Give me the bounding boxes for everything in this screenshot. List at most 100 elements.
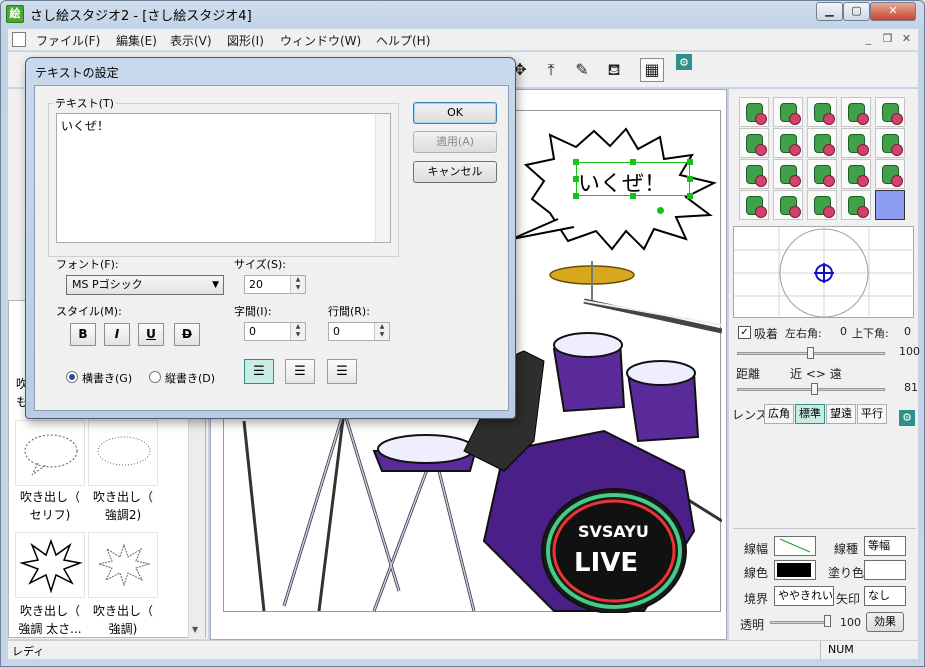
- selection-handle[interactable]: [573, 159, 579, 165]
- material-swatch[interactable]: [807, 190, 837, 220]
- spin-arrows-icon[interactable]: ▲ ▼: [290, 323, 305, 340]
- material-swatch[interactable]: [773, 97, 803, 127]
- attach-checkbox[interactable]: ✓: [738, 326, 751, 339]
- selection-handle[interactable]: [630, 159, 636, 165]
- selection-handle[interactable]: [687, 159, 693, 165]
- lens-wide-button[interactable]: 広角: [764, 404, 794, 424]
- size-label: サイズ(S):: [234, 258, 286, 271]
- cancel-button[interactable]: キャンセル: [413, 161, 497, 183]
- apply-button[interactable]: 適用(A): [413, 131, 497, 153]
- underline-button[interactable]: U: [138, 323, 164, 346]
- eyedropper-icon[interactable]: ✎: [570, 58, 594, 82]
- minimize-button[interactable]: ▁: [816, 2, 843, 21]
- material-swatch[interactable]: [739, 190, 769, 220]
- material-swatch[interactable]: [875, 159, 905, 189]
- thumb-speech-emph[interactable]: [88, 532, 158, 598]
- lens-parallel-button[interactable]: 平行: [857, 404, 887, 424]
- mdi-minimize-icon[interactable]: _: [861, 32, 876, 47]
- mdi-restore-icon[interactable]: ❐: [880, 32, 895, 47]
- horizontal-radio[interactable]: [66, 371, 78, 383]
- line-width-select[interactable]: [774, 536, 816, 556]
- lens-tele-button[interactable]: 望遠: [826, 404, 856, 424]
- thumb-speech-emph2[interactable]: [88, 420, 158, 486]
- render-image-icon[interactable]: ▦: [640, 58, 664, 82]
- lr-angle-value: 0: [840, 325, 847, 338]
- move-up-icon[interactable]: ⤒: [539, 58, 563, 82]
- app-icon: 絵: [6, 5, 24, 23]
- settings-icon[interactable]: ⚙: [676, 54, 692, 70]
- ud-angle-value: 0: [904, 325, 911, 338]
- vertical-radio[interactable]: [149, 371, 161, 383]
- material-swatch[interactable]: [875, 128, 905, 158]
- spin-arrows-icon[interactable]: ▲ ▼: [374, 323, 389, 340]
- font-select[interactable]: MS Pゴシック ▼: [66, 275, 224, 295]
- zoom-slider-thumb[interactable]: [807, 347, 814, 359]
- material-swatch[interactable]: [773, 159, 803, 189]
- paint-bucket-icon[interactable]: ⛾: [602, 58, 626, 82]
- line-spacing-spinner[interactable]: 0 ▲ ▼: [328, 322, 390, 341]
- text-scrollbar[interactable]: [375, 114, 390, 242]
- material-swatch[interactable]: [739, 128, 769, 158]
- fill-color-select[interactable]: [864, 560, 906, 580]
- char-spacing-value: 0: [249, 325, 256, 338]
- material-swatch[interactable]: [875, 97, 905, 127]
- material-swatch[interactable]: [841, 97, 871, 127]
- align-center-icon: ☰: [294, 364, 306, 379]
- rotate-handle[interactable]: [657, 207, 664, 214]
- menu-help[interactable]: ヘルプ(H): [376, 32, 430, 49]
- strikethrough-button[interactable]: D: [174, 323, 200, 346]
- material-swatch[interactable]: [841, 128, 871, 158]
- sphere-icon: [857, 175, 869, 187]
- maximize-button[interactable]: ▢: [843, 2, 870, 21]
- selection-handle[interactable]: [687, 176, 693, 182]
- bold-button[interactable]: B: [70, 323, 96, 346]
- transparency-slider-thumb[interactable]: [824, 615, 831, 627]
- line-color-label: 線色: [744, 566, 769, 580]
- material-swatch[interactable]: [773, 128, 803, 158]
- material-swatch[interactable]: [739, 159, 769, 189]
- material-swatch[interactable]: [773, 190, 803, 220]
- distance-slider-thumb[interactable]: [811, 383, 818, 395]
- border-select[interactable]: ややきれい: [774, 586, 834, 606]
- material-swatch[interactable]: [841, 190, 871, 220]
- text-input[interactable]: いくぜ！: [56, 113, 391, 243]
- selection-handle[interactable]: [687, 193, 693, 199]
- menu-view[interactable]: 表示(V): [170, 32, 212, 49]
- material-swatch[interactable]: [807, 159, 837, 189]
- font-select-value: MS Pゴシック: [72, 278, 143, 291]
- effect-button[interactable]: 効果: [866, 612, 904, 632]
- material-swatch[interactable]: [875, 190, 905, 220]
- align-left-button[interactable]: ☰: [244, 359, 274, 384]
- size-spinner[interactable]: 20 ▲ ▼: [244, 275, 306, 294]
- camera-settings-icon[interactable]: ⚙: [899, 410, 915, 426]
- fill-color-label: 塗り色: [828, 566, 865, 580]
- material-swatch[interactable]: [807, 128, 837, 158]
- sphere-icon: [755, 175, 767, 187]
- align-center-button[interactable]: ☰: [285, 359, 315, 384]
- menu-shape[interactable]: 図形(I): [227, 32, 264, 49]
- close-button[interactable]: ✕: [870, 2, 916, 21]
- speech-text[interactable]: いくぜ！: [578, 166, 666, 198]
- arrow-select[interactable]: なし: [864, 586, 906, 606]
- line-type-select[interactable]: 等幅: [864, 536, 906, 556]
- line-color-select[interactable]: [774, 560, 816, 580]
- align-right-button[interactable]: ☰: [327, 359, 357, 384]
- lens-standard-button[interactable]: 標準: [795, 404, 825, 424]
- camera-control[interactable]: [733, 226, 915, 319]
- material-swatch[interactable]: [841, 159, 871, 189]
- thumb-speech-serif[interactable]: [15, 420, 85, 486]
- menu-file[interactable]: ファイル(F): [36, 32, 100, 49]
- menu-window[interactable]: ウィンドウ(W): [280, 32, 361, 49]
- burst-bubble-icon: [19, 538, 83, 594]
- menu-edit[interactable]: 編集(E): [116, 32, 157, 49]
- thumb-speech-emph-bold[interactable]: [15, 532, 85, 598]
- transparency-slider[interactable]: [770, 621, 830, 624]
- ok-button[interactable]: OK: [413, 102, 497, 124]
- sphere-icon: [789, 175, 801, 187]
- material-swatch[interactable]: [739, 97, 769, 127]
- spin-arrows-icon[interactable]: ▲ ▼: [290, 276, 305, 293]
- mdi-close-icon[interactable]: ✕: [899, 32, 914, 47]
- material-swatch[interactable]: [807, 97, 837, 127]
- char-spacing-spinner[interactable]: 0 ▲ ▼: [244, 322, 306, 341]
- italic-button[interactable]: I: [104, 323, 130, 346]
